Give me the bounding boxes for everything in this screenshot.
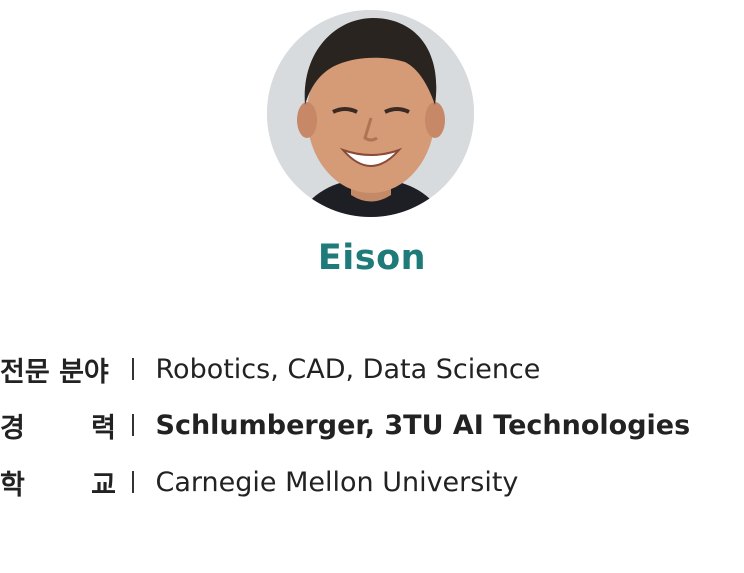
separator (132, 471, 134, 493)
info-row-career: 경 력 Schlumberger, 3TU AI Technologies (0, 407, 691, 444)
info-value-field: Robotics, CAD, Data Science (155, 353, 541, 385)
info-row-school: 학 교 Carnegie Mellon University (0, 464, 519, 501)
info-row-field: 전문 분야 Robotics, CAD, Data Science (0, 351, 541, 388)
profile-name: Eison (317, 238, 427, 278)
info-value-career: Schlumberger, 3TU AI Technologies (155, 409, 691, 441)
separator (132, 414, 134, 436)
info-label-field: 전문 분야 (0, 356, 109, 388)
info-value-school: Carnegie Mellon University (155, 466, 519, 498)
person-photo-icon (267, 10, 474, 217)
info-label-career: 경 력 (0, 412, 116, 444)
info-label-school: 학 교 (0, 469, 116, 501)
separator (132, 358, 134, 380)
profile-avatar (267, 10, 474, 217)
